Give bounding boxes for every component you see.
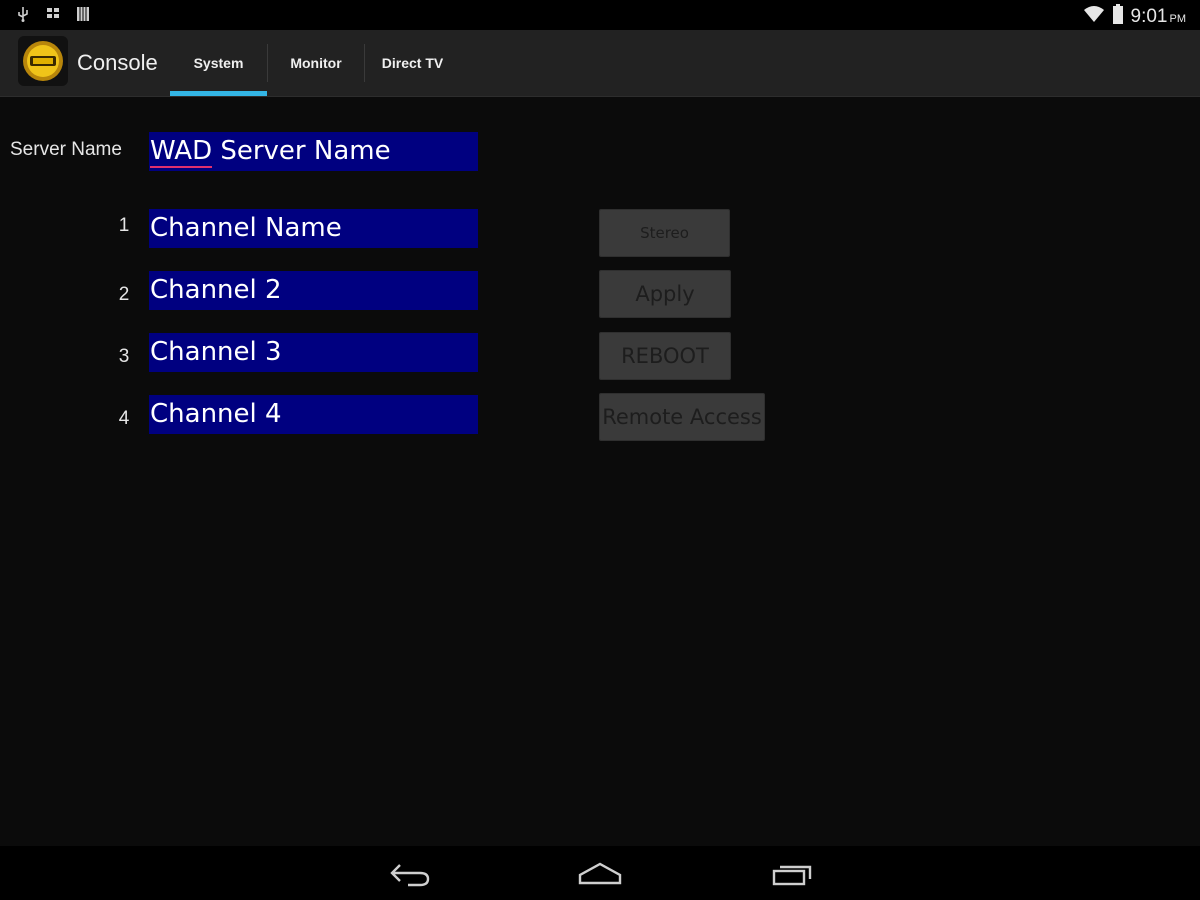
clock: 9:01 PM [1131, 6, 1186, 28]
server-name-value-rest: Server Name [212, 136, 391, 166]
server-name-label: Server Name [10, 139, 122, 160]
tab-monitor-label: Monitor [290, 55, 342, 71]
reboot-button[interactable]: REBOOT [599, 332, 731, 380]
usb-icon [16, 6, 32, 22]
status-bar-left [16, 6, 92, 22]
channel-3-field[interactable]: Channel 3 [149, 333, 478, 372]
channel-number-2: 2 [118, 284, 130, 305]
app-logo-icon[interactable] [18, 36, 68, 86]
stereo-button[interactable]: Stereo [599, 209, 730, 257]
channel-4-field[interactable]: Channel 4 [149, 395, 478, 434]
recent-apps-icon[interactable] [764, 858, 820, 890]
storage-icon [76, 6, 92, 22]
battery-icon [1112, 4, 1123, 29]
back-icon[interactable] [382, 858, 438, 890]
channel-number-4: 4 [118, 408, 130, 429]
server-name-field[interactable]: WAD Server Name [149, 132, 478, 171]
status-bar: 9:01 PM [0, 0, 1200, 30]
action-bar: Console System Monitor Direct TV [0, 30, 1200, 97]
tab-system-label: System [193, 55, 244, 71]
channel-1-field[interactable]: Channel Name [149, 209, 478, 248]
wifi-icon [1083, 5, 1105, 28]
tab-monitor[interactable]: Monitor [268, 30, 364, 96]
channel-number-1: 1 [118, 215, 130, 236]
server-name-value-prefix: WAD [150, 136, 213, 168]
home-icon[interactable] [572, 858, 628, 890]
bbm-icon [46, 6, 62, 22]
navigation-bar [0, 846, 1200, 900]
status-bar-right: 9:01 PM [1083, 4, 1186, 29]
channel-number-3: 3 [118, 346, 130, 367]
tab-direct-tv-label: Direct TV [381, 55, 444, 71]
clock-ampm: PM [1169, 12, 1187, 25]
app-title: Console [77, 50, 158, 75]
apply-button[interactable]: Apply [599, 270, 731, 318]
tab-system[interactable]: System [170, 30, 267, 96]
clock-time: 9:01 [1130, 5, 1168, 27]
remote-access-button[interactable]: Remote Access [599, 393, 765, 441]
channel-2-field[interactable]: Channel 2 [149, 271, 478, 310]
tab-direct-tv[interactable]: Direct TV [365, 30, 460, 96]
